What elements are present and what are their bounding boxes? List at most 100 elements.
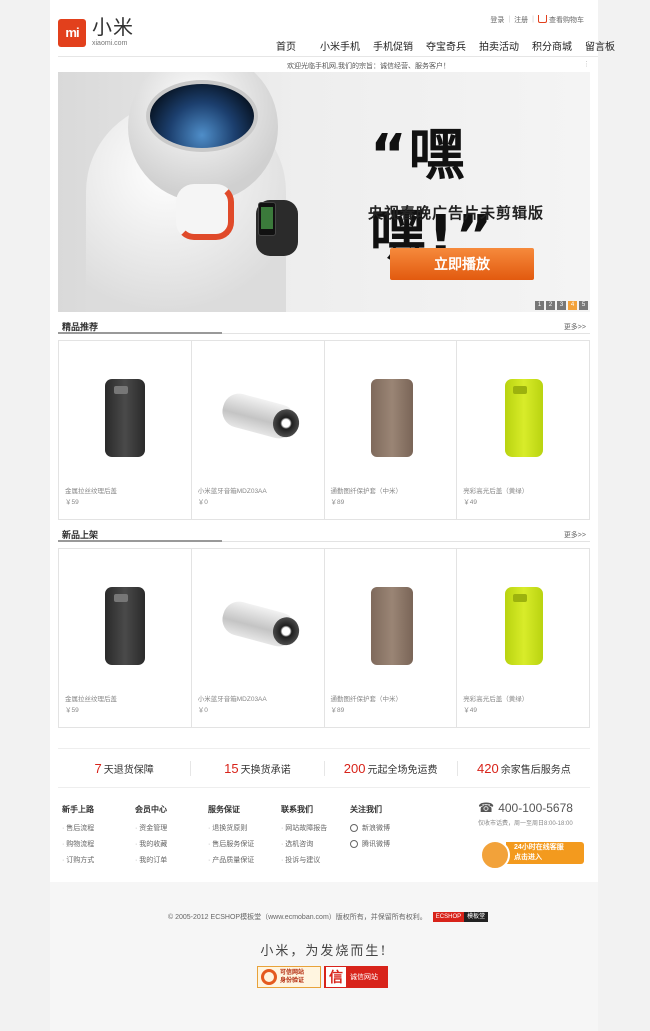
product-price: ￥59 xyxy=(65,707,79,714)
footer-link[interactable]: 我的订单 xyxy=(135,855,167,865)
guarantee-number: 420 xyxy=(477,760,499,776)
product-name[interactable]: 通勤图纤保护套（中米） xyxy=(331,485,403,495)
slide-dot[interactable]: 2 xyxy=(546,301,555,310)
online-service-button[interactable]: 24小时在线客服 点击进入 xyxy=(480,838,586,870)
product-name[interactable]: 通勤图纤保护套（中米） xyxy=(331,693,403,703)
copyright: © 2005-2012 ECSHOP模板堂（www.ecmoban.com）版权… xyxy=(168,912,489,922)
speaker-image[interactable] xyxy=(218,598,299,650)
ecshop-badge[interactable]: ECSHOP 模板堂 xyxy=(432,912,489,922)
social-label: 新浪微博 xyxy=(362,825,390,832)
footer-col-service: 服务保证 退换货原则 售后服务保证 产品质量保证 xyxy=(208,804,254,871)
footer-link[interactable]: 购物流程 xyxy=(62,839,94,849)
pouch-image[interactable] xyxy=(370,587,413,665)
product-name[interactable]: 小米蓝牙音箱MDZ03AA xyxy=(198,485,267,495)
hero-banner[interactable]: “嘿嘿!” 央视春晚广告片未剪辑版 立即播放 1 2 3 4 5 xyxy=(58,72,590,312)
footer-link[interactable]: 投诉与建议 xyxy=(281,855,327,865)
featured-section: 精品推荐 更多>> 金属拉丝纹理后盖 ￥59 小米蓝牙音箱MDZ03AA ￥0 … xyxy=(58,318,590,522)
cart-label: 查看购物车 xyxy=(549,17,584,24)
astronaut-glove xyxy=(176,184,234,240)
product-card[interactable]: 小米蓝牙音箱MDZ03AA ￥0 xyxy=(192,549,325,727)
footer-col-member: 会员中心 资金管理 我的收藏 我的订单 xyxy=(135,804,167,871)
service-avatar-icon xyxy=(480,840,510,870)
footer-col-title: 新手上路 xyxy=(62,805,94,814)
product-card[interactable]: 小米蓝牙音箱MDZ03AA ￥0 xyxy=(192,341,325,519)
welcome-text: 欢迎光临手机网,我们的宗旨：诚信经营、服务客户！ xyxy=(287,63,450,70)
product-card[interactable]: 亮彩高光后盖（黄绿） ￥49 xyxy=(457,341,589,519)
black-case-image[interactable] xyxy=(105,379,145,457)
nav-item-phones[interactable]: 小米手机 xyxy=(320,38,360,53)
trusted-site-badge[interactable]: 可信网站 身份验证 xyxy=(257,966,321,988)
yellow-case-image[interactable] xyxy=(505,379,544,457)
nav-item-treasure[interactable]: 夺宝奇兵 xyxy=(426,38,466,53)
footer-col-contact: 联系我们 网站故障报告 选机咨询 投诉与建议 xyxy=(281,804,327,871)
section-underline xyxy=(58,332,222,334)
slide-dot[interactable]: 5 xyxy=(579,301,588,310)
footer-link[interactable]: 资金管理 xyxy=(135,823,167,833)
pouch-image[interactable] xyxy=(370,379,413,457)
nav-item-message-board[interactable]: 留言板 xyxy=(585,38,615,53)
product-grid: 金属拉丝纹理后盖 ￥59 小米蓝牙音箱MDZ03AA ￥0 通勤图纤保护套（中米… xyxy=(58,340,590,520)
copyright-text: © 2005-2012 ECSHOP模板堂（www.ecmoban.com）版权… xyxy=(168,914,427,921)
product-card[interactable]: 通勤图纤保护套（中米） ￥89 xyxy=(325,341,458,519)
nav-item-home[interactable]: 首页 xyxy=(276,38,296,53)
weibo-link[interactable]: 新浪微博 xyxy=(350,823,390,833)
tencent-weibo-icon xyxy=(350,840,358,849)
slide-pager: 1 2 3 4 5 xyxy=(533,301,588,310)
product-card[interactable]: 通勤图纤保护套（中米） ￥89 xyxy=(325,549,458,727)
product-price: ￥89 xyxy=(330,707,345,714)
nav-divider xyxy=(58,56,598,57)
guarantee-text: 天换货承诺 xyxy=(240,764,291,776)
guarantee-text: 天退货保障 xyxy=(103,764,154,776)
footer-link[interactable]: 售后流程 xyxy=(62,823,94,833)
page-bottom: © 2005-2012 ECSHOP模板堂（www.ecmoban.com）版权… xyxy=(50,882,598,1031)
footer-link[interactable]: 订购方式 xyxy=(62,855,94,865)
logo-text: 小米 xiaomi.com xyxy=(92,18,134,47)
tencent-weibo-link[interactable]: 腾讯微博 xyxy=(350,839,390,849)
nav-item-promotions[interactable]: 手机促销 xyxy=(373,38,413,53)
nav-item-auction[interactable]: 拍卖活动 xyxy=(479,38,519,53)
cart-link[interactable]: 查看购物车 xyxy=(534,14,588,25)
product-price: ￥49 xyxy=(463,499,477,506)
integrity-site-badge[interactable]: 信 诚信网站 xyxy=(324,966,388,988)
footer-link[interactable]: 我的收藏 xyxy=(135,839,167,849)
ecshop-badge-a: ECSHOP xyxy=(432,912,465,922)
black-case-image[interactable] xyxy=(105,587,145,665)
phone-icon: ☎ xyxy=(478,800,495,815)
play-now-button[interactable]: 立即播放 xyxy=(390,248,534,280)
product-name[interactable]: 亮彩高光后盖（黄绿） xyxy=(463,693,528,703)
product-card[interactable]: 金属拉丝纹理后盖 ￥59 xyxy=(59,341,192,519)
product-name[interactable]: 金属拉丝纹理后盖 xyxy=(65,485,117,495)
footer-link[interactable]: 售后服务保证 xyxy=(208,839,254,849)
slide-dot[interactable]: 3 xyxy=(557,301,566,310)
product-name[interactable]: 金属拉丝纹理后盖 xyxy=(65,693,117,703)
speaker-image[interactable] xyxy=(218,390,299,442)
top-links: 登录 | 注册 | 查看购物车 xyxy=(486,14,588,25)
product-name[interactable]: 小米蓝牙音箱MDZ03AA xyxy=(198,693,267,703)
slide-dot-active[interactable]: 4 xyxy=(568,301,577,310)
brand-motto: 小米，为发烧而生! xyxy=(260,944,388,959)
more-link[interactable]: 更多>> xyxy=(564,530,586,540)
footer-link[interactable]: 网站故障报告 xyxy=(281,823,327,833)
nav-item-points-mall[interactable]: 积分商城 xyxy=(532,38,572,53)
yellow-case-image[interactable] xyxy=(505,587,544,665)
page: mi 小米 xiaomi.com 登录 | 注册 | 查看购物车 首页 小米手机… xyxy=(50,0,615,1031)
site-logo[interactable]: mi 小米 xiaomi.com xyxy=(58,18,134,47)
login-link[interactable]: 登录 xyxy=(486,15,508,25)
product-price: ￥0 xyxy=(197,707,208,714)
footer-col-title: 会员中心 xyxy=(135,805,167,814)
more-link[interactable]: 更多>> xyxy=(564,322,586,332)
register-link[interactable]: 注册 xyxy=(510,15,532,25)
guarantee-number: 200 xyxy=(343,760,366,776)
footer-col-title: 关注我们 xyxy=(350,805,382,814)
footer-link[interactable]: 选机咨询 xyxy=(281,839,327,849)
product-card[interactable]: 金属拉丝纹理后盖 ￥59 xyxy=(59,549,192,727)
product-name[interactable]: 亮彩高光后盖（黄绿） xyxy=(463,485,528,495)
online-service-line: 点击进入 xyxy=(514,854,542,861)
footer-link[interactable]: 产品质量保证 xyxy=(208,855,254,865)
footer-col-newbie: 新手上路 售后流程 购物流程 订购方式 xyxy=(62,804,94,871)
footer-link[interactable]: 退换货原则 xyxy=(208,823,254,833)
slide-dot[interactable]: 1 xyxy=(535,301,544,310)
product-price: ￥49 xyxy=(463,707,477,714)
hotline-number: ☎ 400-100-5678 xyxy=(478,800,573,816)
product-card[interactable]: 亮彩高光后盖（黄绿） ￥49 xyxy=(457,549,589,727)
